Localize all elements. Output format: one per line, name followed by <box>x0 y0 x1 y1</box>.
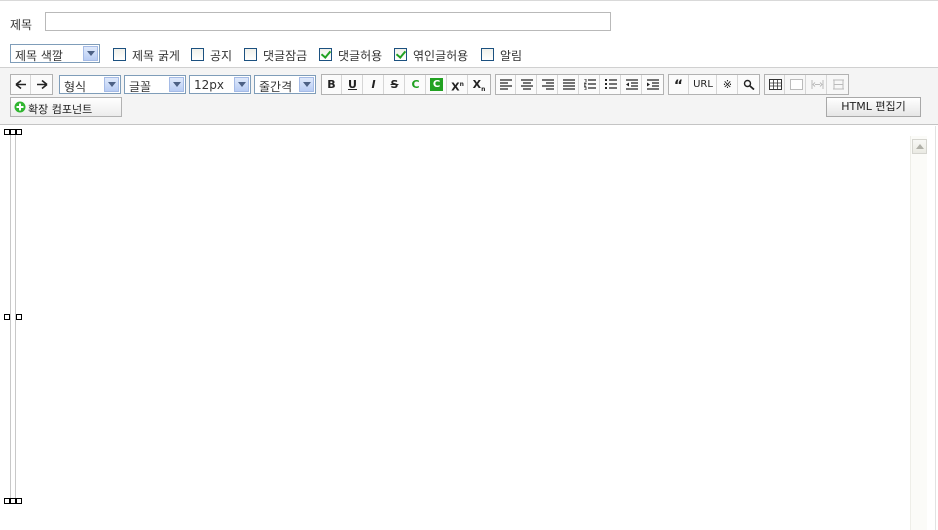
italic-button[interactable]: I <box>364 75 384 94</box>
chevron-down-icon <box>169 77 184 92</box>
quote-button[interactable]: “ <box>669 75 689 94</box>
plus-icon <box>14 101 26 113</box>
indent-button[interactable] <box>643 75 663 94</box>
scroll-up-button[interactable] <box>912 139 927 154</box>
checkbox-notice[interactable] <box>191 48 204 61</box>
search-button[interactable] <box>739 75 759 94</box>
resize-handle-top-right[interactable] <box>16 129 22 135</box>
arrow-right-icon <box>37 79 48 90</box>
format-select-value: 형식 <box>64 80 87 94</box>
font-select[interactable]: 글꼴 <box>124 75 186 94</box>
alignment-group <box>495 74 664 95</box>
editor-toolbar: 형식 글꼴 12px 줄간격 B U I S C C Xn Xn “ URL ※… <box>0 67 938 125</box>
indent-icon <box>647 79 659 90</box>
subscript-label: X <box>472 78 482 91</box>
html-editor-button[interactable]: HTML 편집기 <box>826 97 921 117</box>
label-comment-lock: 댓글잠금 <box>263 49 308 63</box>
chevron-down-icon <box>299 77 314 92</box>
table-cell-icon <box>790 79 803 90</box>
checkbox-comment-allow[interactable] <box>319 48 332 61</box>
split-cell-icon <box>833 79 844 90</box>
strike-button[interactable]: S <box>385 75 405 94</box>
checkbox-comment-lock[interactable] <box>244 48 257 61</box>
resize-handle-middle-left[interactable] <box>4 314 10 320</box>
search-icon <box>743 79 755 90</box>
arrow-left-icon <box>15 79 26 90</box>
undo-button[interactable] <box>11 75 31 94</box>
justify-icon <box>563 79 575 90</box>
table-icon <box>769 79 782 90</box>
extension-component-label: 확장 컴포넌트 <box>28 103 93 116</box>
unordered-list-button[interactable] <box>601 75 621 94</box>
line-height-select[interactable]: 줄간격 <box>254 75 316 94</box>
bold-button[interactable]: B <box>322 75 342 94</box>
checkbox-trackback-allow[interactable] <box>394 48 407 61</box>
justify-button[interactable] <box>559 75 579 94</box>
font-select-value: 글꼴 <box>129 80 152 94</box>
font-size-select[interactable]: 12px <box>189 75 251 94</box>
insert-table-button[interactable] <box>765 75 785 94</box>
top-border <box>0 0 938 1</box>
editor-right-border <box>935 126 936 530</box>
url-button[interactable]: URL <box>690 75 717 94</box>
history-group <box>10 74 53 95</box>
format-select[interactable]: 형식 <box>59 75 121 94</box>
text-style-group: B U I S C C Xn Xn <box>321 74 491 95</box>
align-right-button[interactable] <box>538 75 558 94</box>
label-trackback-allow: 엮인글허용 <box>413 49 469 63</box>
resize-handle-bottom-right[interactable] <box>16 498 22 504</box>
extension-component-button[interactable]: 확장 컴포넌트 <box>10 97 122 117</box>
outdent-button[interactable] <box>622 75 642 94</box>
ordered-list-button[interactable] <box>580 75 600 94</box>
align-center-button[interactable] <box>517 75 537 94</box>
checkbox-notify[interactable] <box>481 48 494 61</box>
font-color-button[interactable]: C <box>406 75 426 94</box>
special-char-button[interactable]: ※ <box>718 75 738 94</box>
label-notice: 공지 <box>210 49 233 63</box>
split-cell-button[interactable] <box>828 75 848 94</box>
resize-handle-middle-right[interactable] <box>16 314 22 320</box>
label-comment-allow: 댓글허용 <box>338 49 383 63</box>
chevron-down-icon <box>83 46 98 61</box>
title-color-select[interactable]: 제목 색깔 <box>10 44 100 63</box>
merge-cell-button[interactable] <box>807 75 827 94</box>
checkbox-title-bold[interactable] <box>113 48 126 61</box>
insert-group: “ URL ※ <box>668 74 760 95</box>
align-center-icon <box>521 79 533 90</box>
chevron-down-icon <box>234 77 249 92</box>
table-group <box>764 74 849 95</box>
line-height-select-value: 줄간격 <box>259 80 293 94</box>
label-title-bold: 제목 굵게 <box>132 49 180 63</box>
superscript-label: X <box>451 80 460 94</box>
font-size-select-value: 12px <box>194 78 224 92</box>
sub-n-mark: n <box>481 86 486 94</box>
align-left-button[interactable] <box>496 75 516 94</box>
align-right-icon <box>542 79 554 90</box>
redo-button[interactable] <box>32 75 52 94</box>
underline-button[interactable]: U <box>343 75 363 94</box>
title-label: 제목 <box>10 18 33 32</box>
chevron-down-icon <box>104 77 119 92</box>
unordered-list-icon <box>605 79 617 89</box>
title-color-select-value: 제목 색깔 <box>15 49 63 63</box>
align-left-icon <box>500 79 512 90</box>
editor-content-area[interactable] <box>0 126 938 530</box>
bg-color-button[interactable]: C <box>427 75 447 94</box>
ordered-list-icon <box>584 79 596 90</box>
title-input[interactable] <box>45 12 611 31</box>
merge-cell-icon <box>811 80 824 89</box>
sup-n-mark: n <box>459 81 464 88</box>
label-notify: 알림 <box>500 49 523 63</box>
bg-color-label: C <box>430 78 443 91</box>
subscript-button[interactable]: Xn <box>469 75 489 94</box>
table-cell-button[interactable] <box>786 75 806 94</box>
outdent-icon <box>626 79 638 90</box>
superscript-button[interactable]: Xn <box>448 75 468 94</box>
editor-scrollbar[interactable] <box>910 136 927 530</box>
